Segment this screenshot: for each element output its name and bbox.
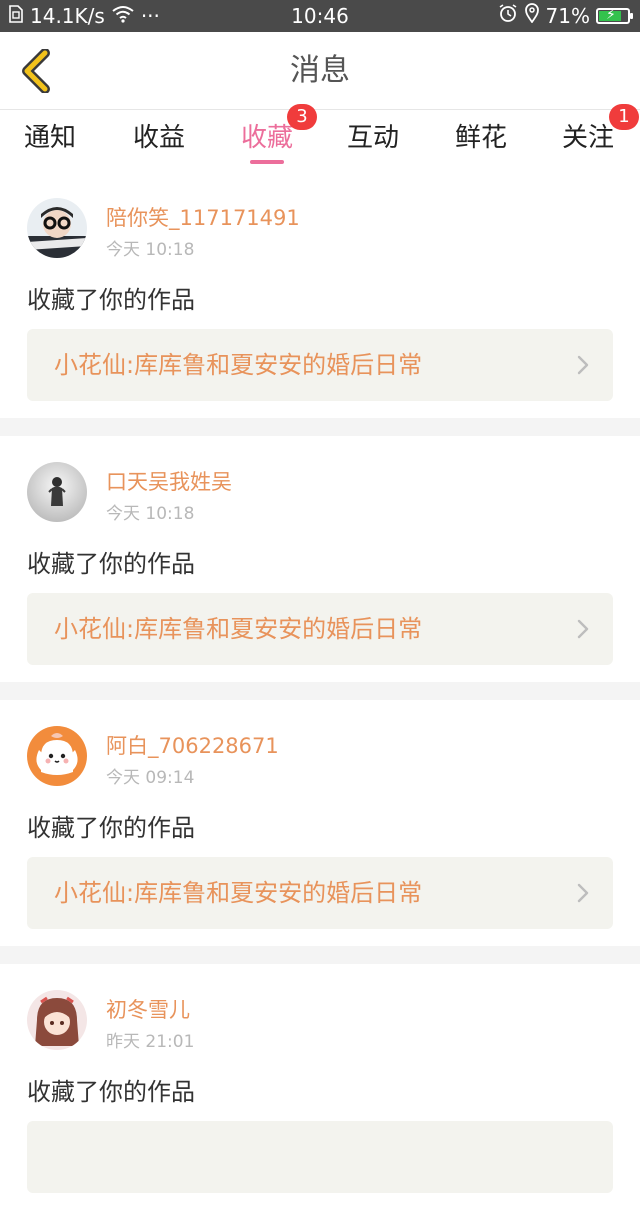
message-card: 口天吴我姓吴 今天 10:18 收藏了你的作品 小花仙:库库鲁和夏安安的婚后日常 [0,436,640,682]
work-title: 小花仙:库库鲁和夏安安的婚后日常 [54,351,423,379]
tab-label: 鲜花 [454,123,507,153]
timestamp: 今天 10:18 [106,240,195,260]
tab-badge: 1 [609,104,639,130]
work-link[interactable]: 小花仙:库库鲁和夏安安的婚后日常 [27,329,613,401]
tab-interactions[interactable]: 互动 [323,110,423,172]
divider [0,682,640,700]
timestamp: 今天 10:18 [106,504,195,524]
active-tab-indicator [250,160,284,164]
back-chevron-icon [22,49,50,93]
tab-flowers[interactable]: 鲜花 [431,110,531,172]
tab-badge: 3 [287,104,317,130]
avatar[interactable] [27,990,87,1050]
timestamp: 今天 09:14 [106,768,195,788]
action-text: 收藏了你的作品 [27,550,195,578]
tab-label: 关注 [561,123,614,153]
timestamp: 昨天 21:01 [106,1032,195,1052]
page-title: 消息 [290,53,350,88]
tab-label: 收藏 [240,123,293,153]
tab-label: 通知 [23,123,76,153]
message-card: 初冬雪儿 昨天 21:01 收藏了你的作品 [0,964,640,1210]
work-title: 小花仙:库库鲁和夏安安的婚后日常 [54,879,423,907]
tab-earnings[interactable]: 收益 [109,110,209,172]
work-link[interactable]: 小花仙:库库鲁和夏安安的婚后日常 [27,857,613,929]
message-list: 陪你笑_117171491 今天 10:18 收藏了你的作品 小花仙:库库鲁和夏… [0,172,640,1210]
username[interactable]: 初冬雪儿 [106,994,190,1024]
tab-label: 收益 [132,123,185,153]
tab-favorites[interactable]: 收藏 3 [217,104,317,172]
divider [0,418,640,436]
battery-percent: 71% [545,4,590,28]
status-bar: 14.1K/s ··· 10:46 71% ⚡ [0,0,640,32]
tab-notifications[interactable]: 通知 [0,110,100,172]
action-text: 收藏了你的作品 [27,286,195,314]
chevron-right-icon [577,619,589,639]
status-right: 71% ⚡ [498,0,633,32]
header: 消息 [0,32,640,110]
avatar[interactable] [27,462,87,522]
tab-follows[interactable]: 关注 1 [538,104,639,172]
back-button[interactable] [10,46,60,96]
tab-label: 互动 [346,123,399,153]
action-text: 收藏了你的作品 [27,1078,195,1106]
chevron-right-icon [577,883,589,903]
username[interactable]: 陪你笑_117171491 [106,202,300,232]
alarm-icon [498,0,518,32]
username[interactable]: 口天吴我姓吴 [106,466,232,496]
message-card: 陪你笑_117171491 今天 10:18 收藏了你的作品 小花仙:库库鲁和夏… [0,172,640,418]
avatar[interactable] [27,726,87,786]
battery-icon: ⚡ [596,7,633,24]
avatar[interactable] [27,198,87,258]
tab-bar: 通知 收益 收藏 3 互动 鲜花 关注 1 [0,104,640,172]
chevron-right-icon [577,355,589,375]
work-title: 小花仙:库库鲁和夏安安的婚后日常 [54,615,423,643]
work-link[interactable] [27,1121,613,1193]
location-icon [524,0,540,32]
username[interactable]: 阿白_706228671 [106,730,279,760]
divider [0,946,640,964]
work-link[interactable]: 小花仙:库库鲁和夏安安的婚后日常 [27,593,613,665]
action-text: 收藏了你的作品 [27,814,195,842]
message-card: 阿白_706228671 今天 09:14 收藏了你的作品 小花仙:库库鲁和夏安… [0,700,640,946]
